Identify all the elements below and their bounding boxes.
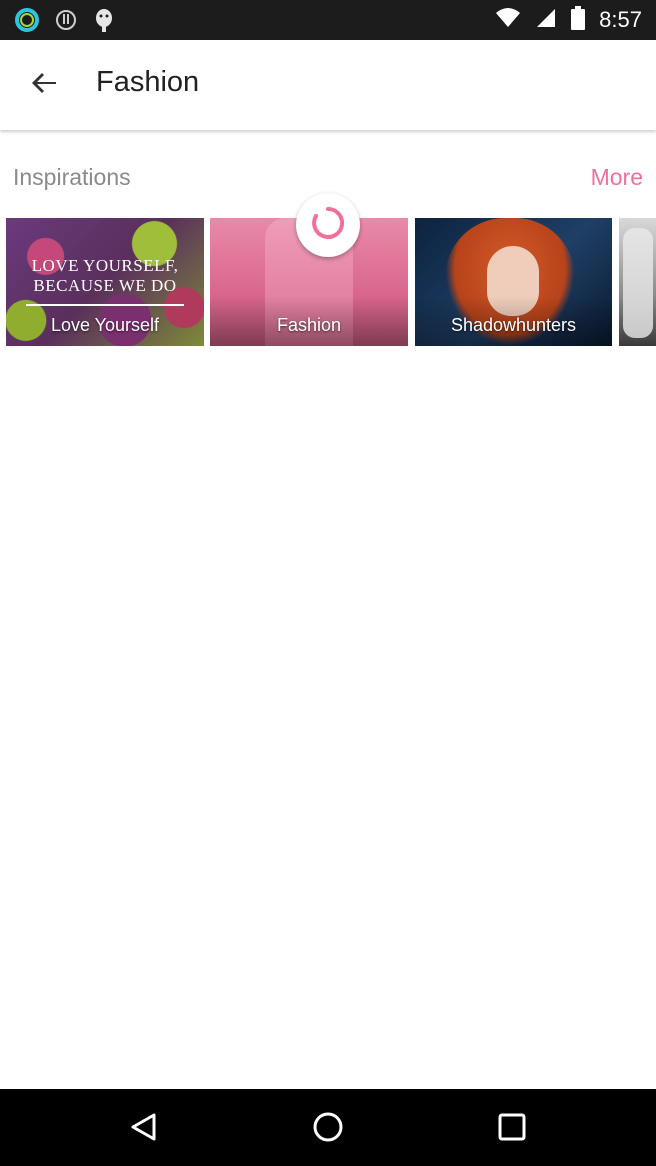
- inspiration-tile[interactable]: [619, 218, 656, 346]
- wifi-icon: [495, 7, 521, 34]
- more-link[interactable]: More: [591, 164, 643, 191]
- section-title: Inspirations: [13, 164, 131, 190]
- tile-quote-text: LOVE YOURSELF, BECAUSE WE DO: [6, 256, 204, 296]
- tile-label: Shadowhunters: [450, 315, 577, 335]
- inspiration-tile[interactable]: LOVE YOURSELF, BECAUSE WE DO Love Yourse…: [6, 218, 204, 346]
- nav-back-button[interactable]: [122, 1107, 166, 1151]
- tile-image: [623, 228, 653, 338]
- signal-icon: [535, 7, 557, 34]
- ring-app-icon: [14, 7, 40, 38]
- nav-recents-button[interactable]: [490, 1107, 534, 1151]
- status-time: 8:57: [599, 7, 642, 32]
- back-button[interactable]: [22, 63, 66, 107]
- tile-quote-line: LOVE YOURSELF,: [31, 256, 179, 275]
- alert-icon: [54, 8, 78, 37]
- android-icon: [92, 7, 116, 38]
- battery-icon: [571, 5, 586, 35]
- tile-divider: [26, 304, 184, 306]
- loading-spinner-icon: [310, 205, 346, 246]
- recents-square-icon: [497, 1112, 527, 1147]
- status-bar: 8:57: [0, 0, 656, 40]
- tile-label: Fashion: [276, 315, 342, 335]
- page-title: Fashion: [96, 66, 200, 98]
- tile-label: Love Yourself: [50, 315, 160, 335]
- arrow-back-icon: [30, 69, 58, 102]
- home-circle-icon: [312, 1111, 344, 1148]
- back-triangle-icon: [128, 1111, 160, 1148]
- tile-quote-line: BECAUSE WE DO: [33, 276, 177, 295]
- loading-spinner: [296, 193, 360, 257]
- nav-home-button[interactable]: [306, 1107, 350, 1151]
- app-bar: Fashion: [0, 40, 656, 130]
- inspiration-tile[interactable]: Shadowhunters: [415, 218, 612, 346]
- system-nav-bar: [0, 1089, 656, 1166]
